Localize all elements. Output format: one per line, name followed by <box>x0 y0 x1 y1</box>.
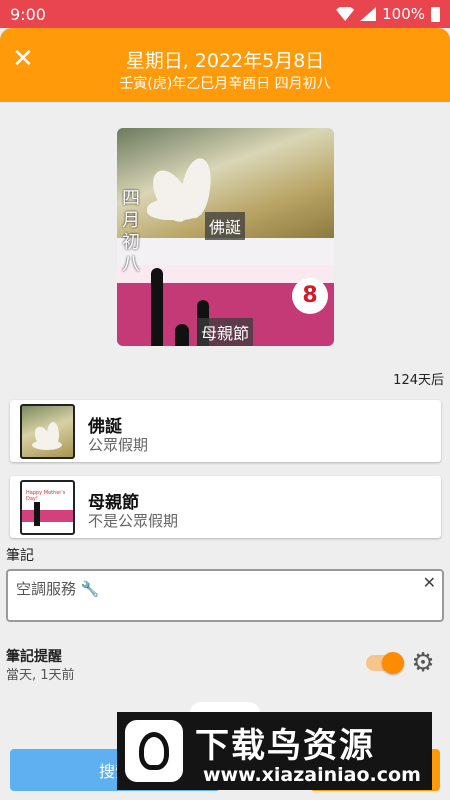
mothers-day-thumbnail: Happy Mother's Day! <box>20 480 75 535</box>
clear-icon[interactable]: ✕ <box>423 573 436 592</box>
status-time: 9:00 <box>10 4 46 24</box>
holiday-type: 公眾假期 <box>88 436 149 454</box>
status-icons: LTE 100% <box>336 5 440 23</box>
notes-value[interactable]: 空調服務 🔧 <box>16 578 99 599</box>
watermark-text: 下载鸟资源 <box>195 726 375 766</box>
days-until: 124天后 <box>393 373 444 388</box>
battery-icon <box>431 6 440 22</box>
watermark-logo <box>125 720 183 782</box>
child-silhouette <box>175 324 189 346</box>
date-header: ✕ 星期日, 2022年5月8日 壬寅(虎)年乙巳月辛酉日 四月初八 <box>0 28 450 102</box>
battery-percent: 100% <box>382 5 425 23</box>
holiday-card-mothers-day[interactable]: Happy Mother's Day! 母親節 不是公眾假期 <box>10 476 441 538</box>
lotus-thumbnail <box>20 404 75 459</box>
wifi-icon <box>336 7 355 21</box>
header-title: 星期日, 2022年5月8日 <box>125 50 325 72</box>
watermark-url: www.xiazainiao.com <box>203 764 421 786</box>
signal-icon: LTE <box>360 7 377 21</box>
reminder-title: 筆記提醒 <box>6 649 62 665</box>
day-number-badge: 8 <box>292 278 328 314</box>
mother-silhouette <box>151 268 163 346</box>
holiday-type: 不是公眾假期 <box>88 512 179 530</box>
notes-input[interactable]: 空調服務 🔧 ✕ <box>6 569 444 622</box>
lunar-date-vertical: 四月初八 <box>122 188 140 275</box>
tag-buddha-birthday: 佛誕 <box>205 212 246 240</box>
holiday-card-buddha[interactable]: 佛誕 公眾假期 <box>10 400 441 462</box>
watermark-banner: 下载鸟资源 www.xiazainiao.com <box>117 712 432 790</box>
status-bar: 9:00 LTE 100% <box>0 0 450 28</box>
gear-icon[interactable]: ⚙ <box>410 650 436 676</box>
notes-label: 筆記 <box>6 548 34 564</box>
header-subtitle: 壬寅(虎)年乙巳月辛酉日 四月初八 <box>119 76 331 92</box>
reminder-toggle[interactable] <box>366 652 404 674</box>
reminder-subtitle: 當天, 1天前 <box>6 668 75 683</box>
holiday-hero-image: 四月初八 佛誕 母親節 8 <box>117 128 334 346</box>
tag-mothers-day: 母親節 <box>197 318 254 346</box>
